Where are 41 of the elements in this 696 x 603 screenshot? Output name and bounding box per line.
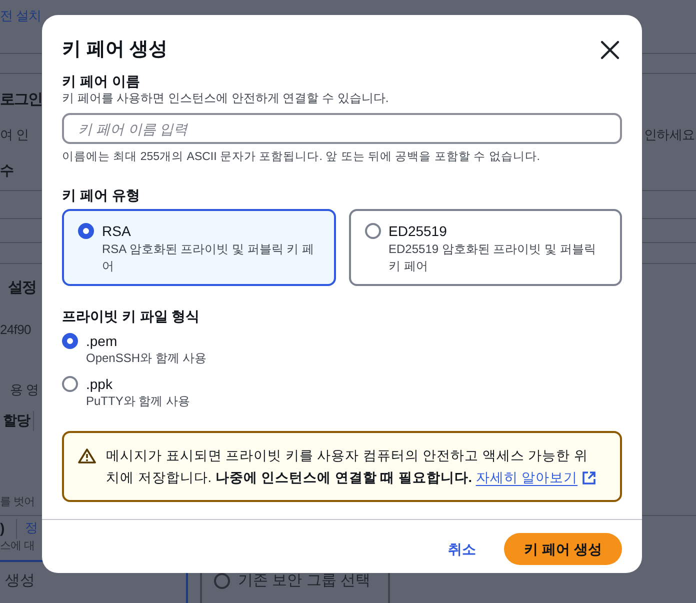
radio-card[interactable]: RSA RSA 암호화된 프라이빗 및 퍼블릭 키 페어 <box>62 209 336 286</box>
section-heading: 설정 <box>8 280 36 295</box>
option-description: OpenSSH와 함께 사용 <box>86 351 207 366</box>
learn-more-link[interactable]: 자세히 알아보기 <box>476 467 596 489</box>
create-button[interactable]: 키 페어 생성 <box>504 533 622 565</box>
section-heading: 로그인 <box>0 92 42 107</box>
field-label: 수 <box>0 163 14 177</box>
warning-icon <box>78 448 96 464</box>
option-label: .ppk <box>86 375 114 394</box>
helper-text: 스에 대 <box>0 541 35 552</box>
radio-button[interactable] <box>62 376 78 392</box>
option-description: RSA 암호화된 프라이빗 및 퍼블릭 키 페어 <box>102 241 316 275</box>
body-text: 24f90 <box>0 323 31 336</box>
radio-button[interactable] <box>78 223 94 239</box>
helper-text: 를 벗어 <box>0 497 35 508</box>
radio-card[interactable]: ED25519 ED25519 암호화된 프라이빗 및 퍼블릭 키 페어 <box>348 209 622 286</box>
cancel-button[interactable]: 취소 <box>448 533 476 565</box>
field-description: 키 페어를 사용하면 인스턴스에 안전하게 연결할 수 있습니다. <box>62 90 390 107</box>
section-label: 키 페어 유형 <box>62 186 141 204</box>
option-label: ED25519 <box>388 222 448 241</box>
helper-text: 이름에는 최대 255개의 ASCII 문자가 포함됩니다. 앞 또는 뒤에 공백을 포함할 수 없습니다. <box>62 150 541 165</box>
dialog-title: 키 페어 생성 <box>62 38 168 62</box>
text-input[interactable]: 키 페어 이름 입력 <box>62 113 622 144</box>
alert-message: 메시지가 표시되면 프라이빗 키를 사용자 컴퓨터의 안전하고 액세스 가능한 위치에 저장합니다. 나중에 인스턴스에 연결할 때 필요합니다. 자세히 알아보기 <box>106 445 600 500</box>
radio-button[interactable] <box>364 223 380 239</box>
section-label: 프라이빗 키 파일 형식 <box>62 307 201 325</box>
radio-button[interactable] <box>62 333 78 349</box>
field-label: ) <box>0 521 4 535</box>
external-link-icon <box>582 471 596 485</box>
body-text: 용 영 <box>10 383 39 396</box>
option-description: PuTTY와 함께 사용 <box>86 394 190 409</box>
option-label: 기존 보안 그룹 선택 <box>238 571 371 591</box>
field-label: 키 페어 이름 <box>62 72 141 90</box>
option-description: ED25519 암호화된 프라이빗 및 퍼블릭 키 페어 <box>388 241 597 275</box>
option-label: RSA <box>102 222 132 241</box>
body-text: 여 인 <box>0 128 29 141</box>
field-label: 할당 <box>3 413 30 427</box>
option-label: .pem <box>86 332 118 351</box>
option-label: 생성 <box>5 571 35 591</box>
body-text: 인하세요. <box>644 128 696 141</box>
close-button[interactable] <box>598 38 622 62</box>
